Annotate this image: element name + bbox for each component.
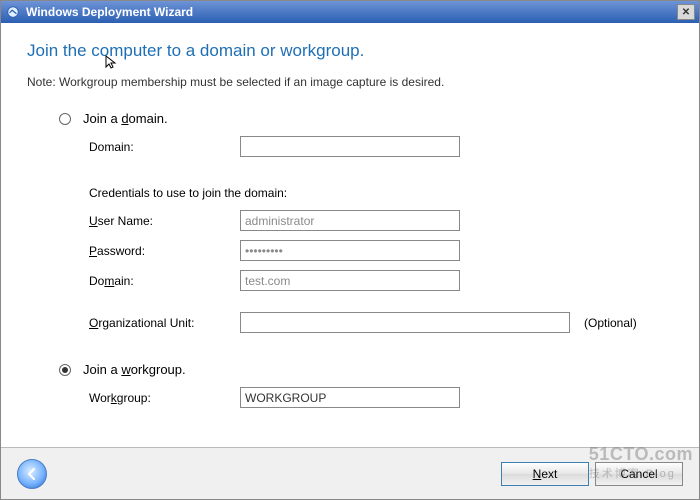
join-workgroup-label: Join a workgroup.	[83, 362, 186, 377]
join-workgroup-option[interactable]: Join a workgroup.	[59, 362, 673, 377]
workgroup-input[interactable]	[240, 387, 460, 408]
footer: Next Cancel	[1, 447, 699, 499]
app-icon	[5, 4, 21, 20]
credentials-label: Credentials to use to join the domain:	[89, 186, 673, 200]
join-domain-label: Join a domain.	[83, 111, 168, 126]
next-button[interactable]: Next	[501, 462, 589, 486]
next-label: Next	[533, 467, 558, 481]
optional-label: (Optional)	[584, 316, 637, 330]
radio-icon	[59, 113, 71, 125]
titlebar: Windows Deployment Wizard ✕	[1, 1, 699, 23]
username-label: User Name:	[89, 214, 234, 228]
content-area: Join the computer to a domain or workgro…	[1, 23, 699, 447]
cred-domain-label: Domain:	[89, 274, 234, 288]
cred-domain-input[interactable]	[240, 270, 460, 291]
workgroup-label: Workgroup:	[89, 391, 234, 405]
arrow-left-icon	[24, 466, 40, 482]
close-icon: ✕	[682, 7, 690, 18]
ou-label: Organizational Unit:	[89, 316, 234, 330]
page-heading: Join the computer to a domain or workgro…	[27, 41, 673, 61]
domain-input[interactable]	[240, 136, 460, 157]
close-button[interactable]: ✕	[677, 4, 695, 20]
radio-icon	[59, 364, 71, 376]
note-text: Note: Workgroup membership must be selec…	[27, 75, 673, 89]
password-label: Password:	[89, 244, 234, 258]
join-domain-option[interactable]: Join a domain.	[59, 111, 673, 126]
password-input[interactable]	[240, 240, 460, 261]
window-title: Windows Deployment Wizard	[26, 5, 193, 19]
back-button[interactable]	[17, 459, 47, 489]
ou-input[interactable]	[240, 312, 570, 333]
username-input[interactable]	[240, 210, 460, 231]
cancel-button[interactable]: Cancel	[595, 462, 683, 486]
cancel-label: Cancel	[620, 467, 657, 481]
domain-label: Domain:	[89, 140, 234, 154]
